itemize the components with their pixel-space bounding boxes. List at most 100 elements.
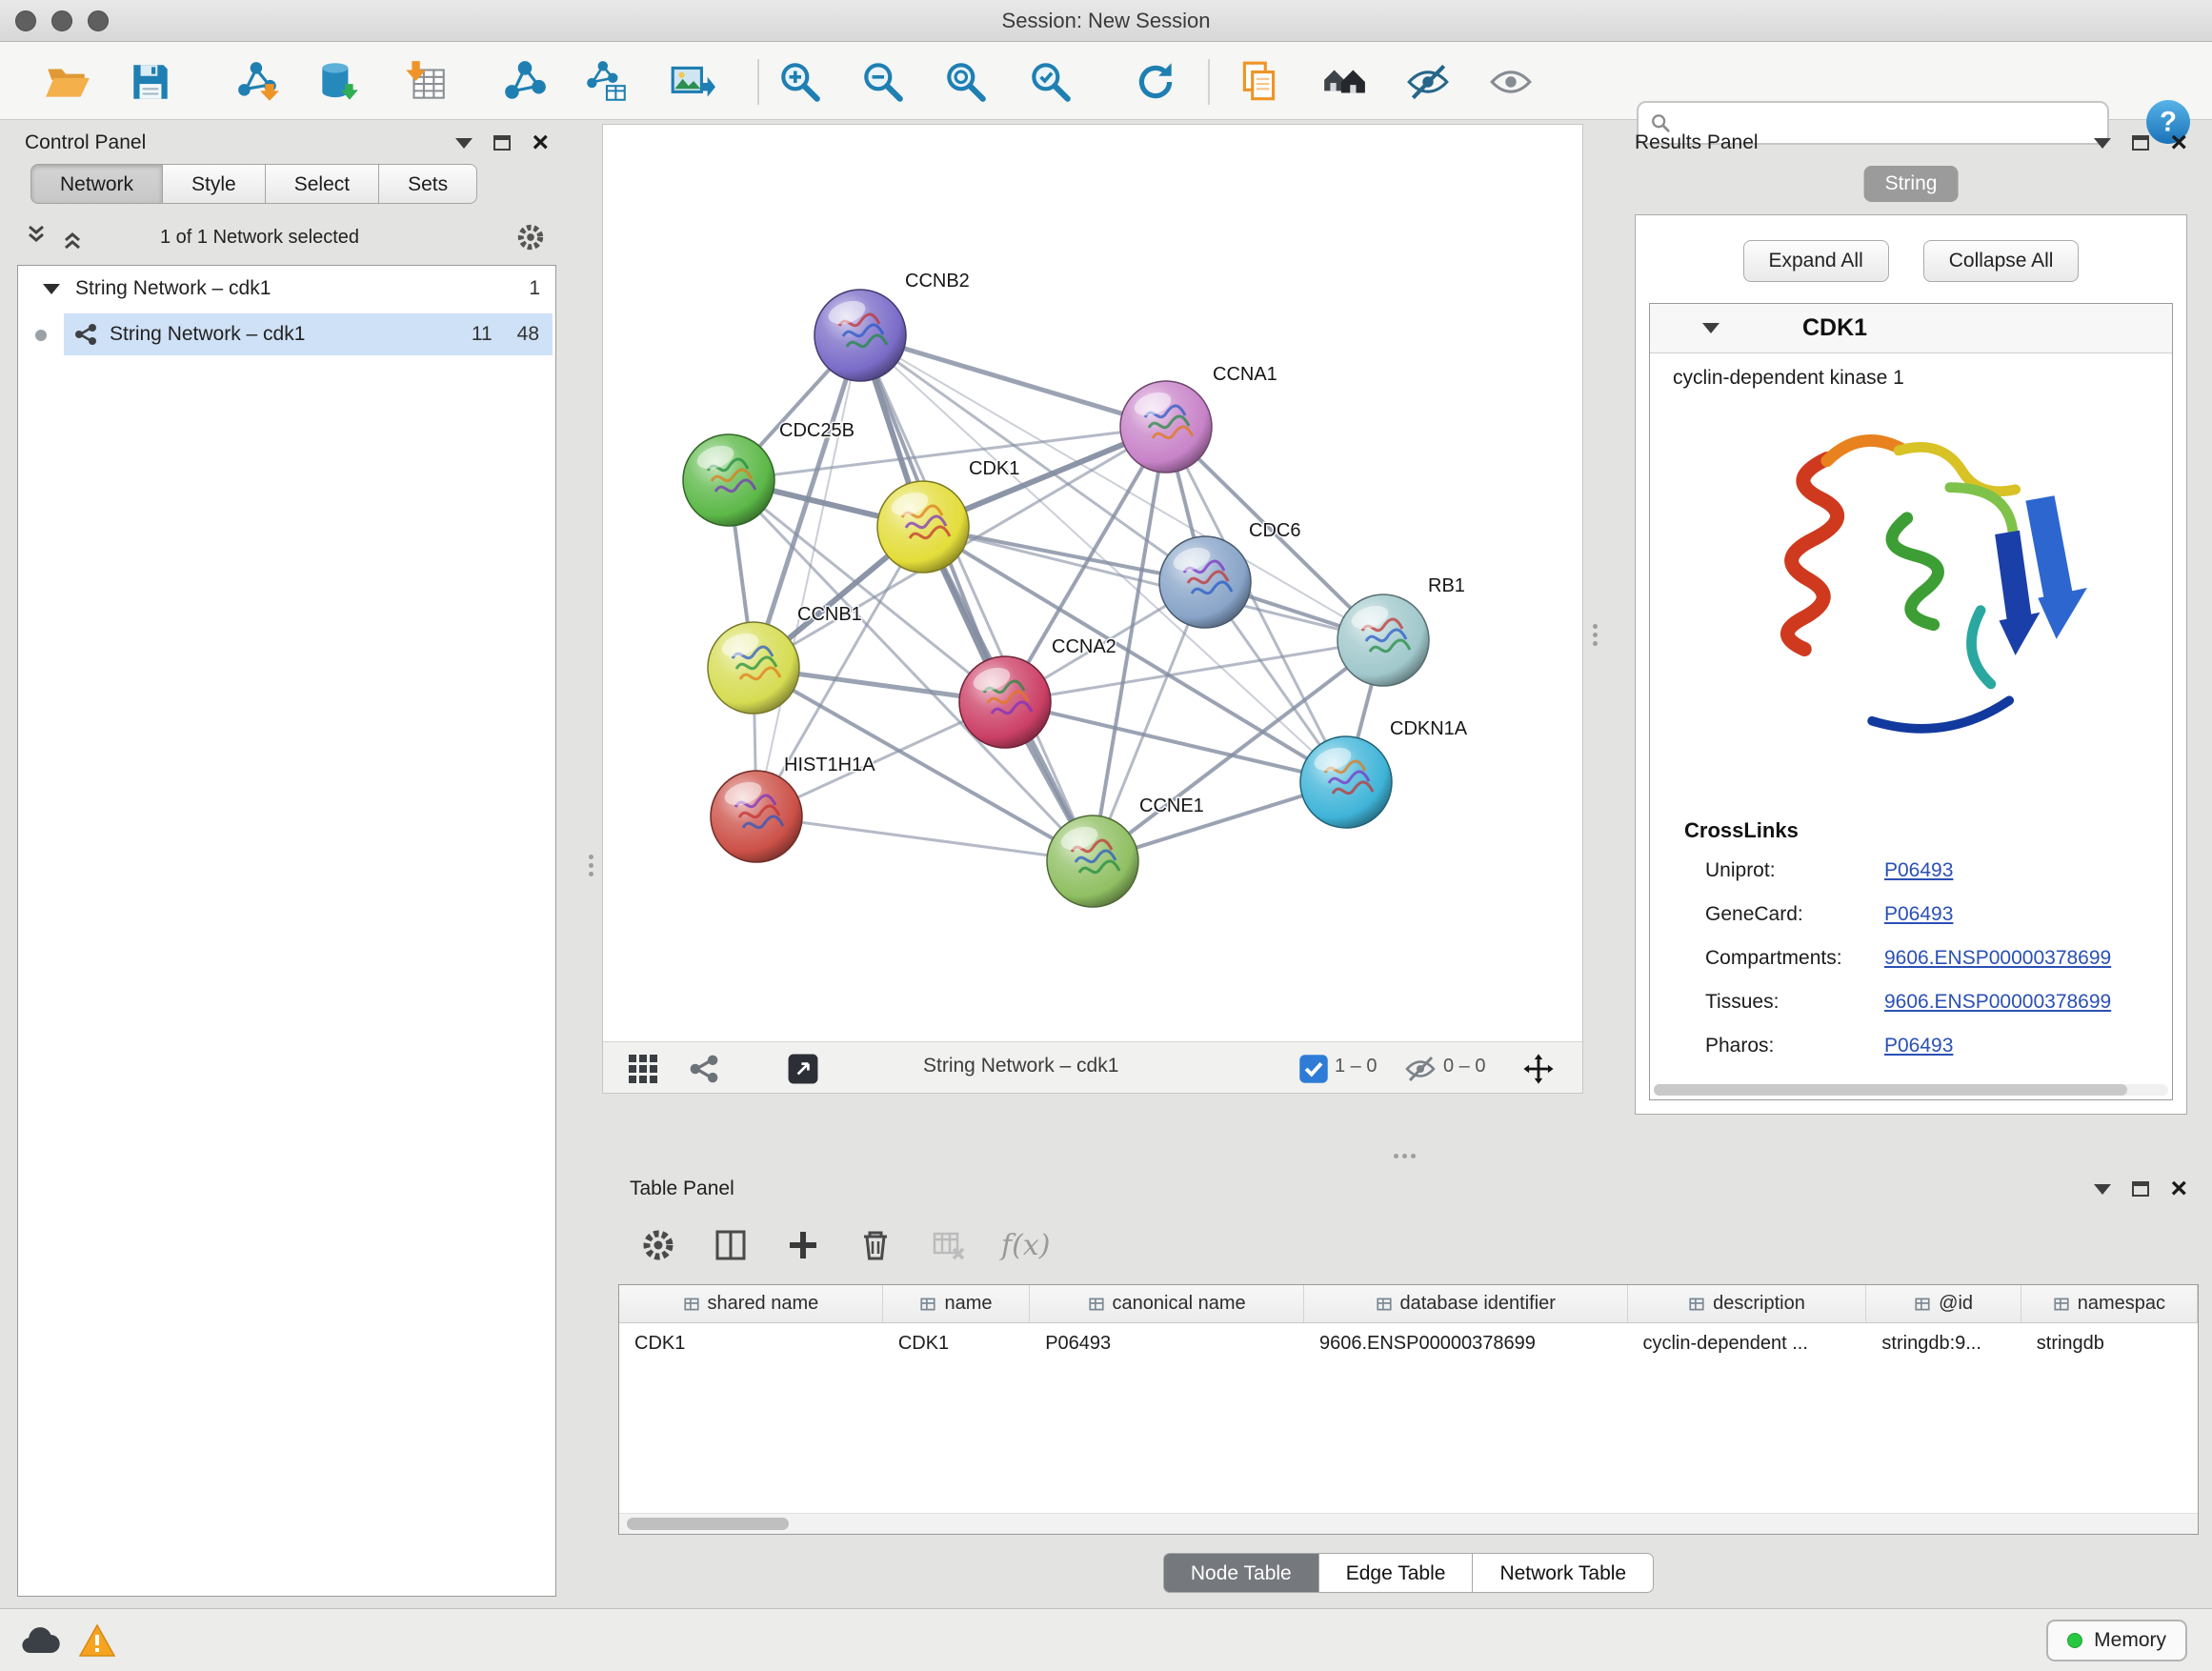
refresh-view-button[interactable] (1129, 55, 1182, 109)
crosslink-link-tissues[interactable]: 9606.ENSP00000378699 (1884, 991, 2111, 1014)
birds-eye-view-button[interactable] (624, 1050, 662, 1088)
network-row[interactable]: String Network – cdk1 11 48 (18, 312, 555, 357)
collapse-card-icon[interactable] (1702, 323, 1719, 333)
network-edge-ccnb2-hist1h1a[interactable] (756, 335, 860, 816)
crosslink-link-pharos[interactable]: P06493 (1884, 1035, 1953, 1057)
column-header-namespac[interactable]: namespac (2021, 1285, 2198, 1322)
cell-canonical-name[interactable]: P06493 (1030, 1333, 1304, 1355)
zoom-window-button[interactable] (88, 10, 109, 31)
column-header-name[interactable]: name (883, 1285, 1030, 1322)
show-columns-icon[interactable] (712, 1226, 750, 1264)
scrollbar-thumb[interactable] (627, 1518, 789, 1530)
hide-selected-button[interactable] (1401, 55, 1455, 109)
import-network-database-button[interactable] (312, 55, 365, 109)
zoom-out-button[interactable] (856, 55, 910, 109)
new-network-from-selection-button[interactable] (580, 55, 633, 109)
delete-column-trash-icon[interactable] (856, 1226, 895, 1264)
open-session-button[interactable] (40, 55, 93, 109)
collapse-all-button[interactable]: Collapse All (1923, 240, 2080, 282)
expand-all-button[interactable]: Expand All (1743, 240, 1889, 282)
network-node-rb1[interactable] (1337, 594, 1429, 686)
cell-description[interactable]: cyclin-dependent ... (1627, 1333, 1866, 1355)
tab-edge-table[interactable]: Edge Table (1319, 1553, 1474, 1593)
network-node-ccnb2[interactable] (814, 290, 906, 381)
hidden-edges-icon[interactable] (1401, 1050, 1439, 1088)
close-panel-icon[interactable]: × (2170, 133, 2187, 152)
tab-sets[interactable]: Sets (379, 164, 477, 204)
card-horizontal-scrollbar[interactable] (1654, 1084, 2168, 1096)
close-window-button[interactable] (15, 10, 36, 31)
zoom-selected-button[interactable] (1024, 55, 1077, 109)
network-node-cdc6[interactable] (1159, 536, 1251, 628)
cell-database-identifier[interactable]: 9606.ENSP00000378699 (1304, 1333, 1628, 1355)
open-in-new-window-button[interactable] (784, 1050, 822, 1088)
show-all-button[interactable] (1484, 55, 1538, 109)
copy-document-button[interactable] (1233, 55, 1286, 109)
gear-icon[interactable] (514, 221, 547, 253)
memory-button[interactable]: Memory (2046, 1620, 2187, 1661)
home-button[interactable] (1317, 55, 1371, 109)
save-session-button[interactable] (124, 55, 177, 109)
left-splitter-handle[interactable] (583, 846, 598, 884)
network-node-cdc25b[interactable] (683, 434, 774, 526)
close-panel-icon[interactable]: × (2170, 1179, 2187, 1198)
cell-@id[interactable]: stringdb:9... (1866, 1333, 2021, 1355)
crosslink-link-uniprot[interactable]: P06493 (1884, 859, 1953, 882)
zoom-fit-button[interactable] (939, 55, 993, 109)
minimize-window-button[interactable] (51, 10, 72, 31)
import-network-file-button[interactable] (231, 55, 285, 109)
network-node-hist1h1a[interactable] (711, 771, 802, 862)
clone-network-button[interactable] (498, 55, 552, 109)
crosslink-link-genecard[interactable]: P06493 (1884, 903, 1953, 926)
expand-collapse-chevrons-icon[interactable] (27, 223, 53, 252)
table-horizontal-scrollbar[interactable] (619, 1513, 2198, 1534)
table-settings-gear-icon[interactable] (639, 1226, 677, 1264)
network-node-ccne1[interactable] (1047, 815, 1138, 907)
network-edge-hist1h1a-ccne1[interactable] (756, 816, 1093, 861)
tab-select[interactable]: Select (266, 164, 379, 204)
network-node-cdkn1a[interactable] (1300, 736, 1392, 828)
cell-shared-name[interactable]: CDK1 (619, 1333, 883, 1355)
collapse-chevrons-icon[interactable] (63, 223, 90, 252)
network-edge-ccnb2-ccna1[interactable] (860, 335, 1166, 427)
network-node-ccnb1[interactable] (708, 622, 799, 714)
network-node-cdk1[interactable] (877, 481, 969, 573)
gene-card-header[interactable]: CDK1 (1650, 304, 2172, 353)
float-panel-icon[interactable] (2132, 135, 2149, 151)
float-panel-icon[interactable] (2132, 1181, 2149, 1197)
panel-menu-icon[interactable] (455, 138, 473, 149)
selected-nodes-icon[interactable] (1295, 1050, 1333, 1088)
column-header-shared-name[interactable]: shared name (619, 1285, 883, 1322)
function-builder-button[interactable]: f(x) (1001, 1229, 1050, 1262)
float-panel-icon[interactable] (493, 135, 511, 151)
tab-node-table[interactable]: Node Table (1163, 1553, 1319, 1593)
network-collection-row[interactable]: String Network – cdk1 1 (18, 266, 555, 312)
string-tab-badge[interactable]: String (1864, 166, 1959, 202)
zoom-in-button[interactable] (774, 55, 827, 109)
network-edge-ccnb2-ccne1[interactable] (860, 335, 1093, 861)
column-header-database-identifier[interactable]: database identifier (1304, 1285, 1628, 1322)
table-row[interactable]: CDK1CDK1P064939606.ENSP00000378699cyclin… (619, 1323, 2198, 1363)
bottom-splitter-handle[interactable] (1383, 1149, 1425, 1162)
panel-menu-icon[interactable] (2094, 1184, 2111, 1195)
annotation-mode-button[interactable] (685, 1050, 723, 1088)
fit-selection-button[interactable] (1519, 1050, 1558, 1088)
column-header-@id[interactable]: @id (1866, 1285, 2021, 1322)
network-node-ccna1[interactable] (1120, 381, 1212, 473)
cell-name[interactable]: CDK1 (883, 1333, 1030, 1355)
network-edge-ccna2-cdkn1a[interactable] (1005, 702, 1346, 782)
export-image-button[interactable] (665, 55, 718, 109)
tab-network-table[interactable]: Network Table (1473, 1553, 1654, 1593)
scrollbar-thumb[interactable] (1654, 1084, 2127, 1096)
collapse-caret-icon[interactable] (43, 284, 60, 294)
network-node-ccna2[interactable] (959, 656, 1051, 748)
tab-style[interactable]: Style (163, 164, 266, 204)
network-canvas[interactable]: CCNB2CCNA1CDC25BCDK1CDC6RB1CCNB1CCNA2CDK… (603, 125, 1582, 1041)
import-table-button[interactable] (399, 55, 452, 109)
panel-menu-icon[interactable] (2094, 138, 2111, 149)
tab-network[interactable]: Network (30, 164, 163, 204)
right-splitter-handle[interactable] (1587, 615, 1602, 654)
column-header-canonical-name[interactable]: canonical name (1030, 1285, 1304, 1322)
crosslink-link-compartments[interactable]: 9606.ENSP00000378699 (1884, 947, 2111, 970)
cell-namespac[interactable]: stringdb (2021, 1333, 2198, 1355)
